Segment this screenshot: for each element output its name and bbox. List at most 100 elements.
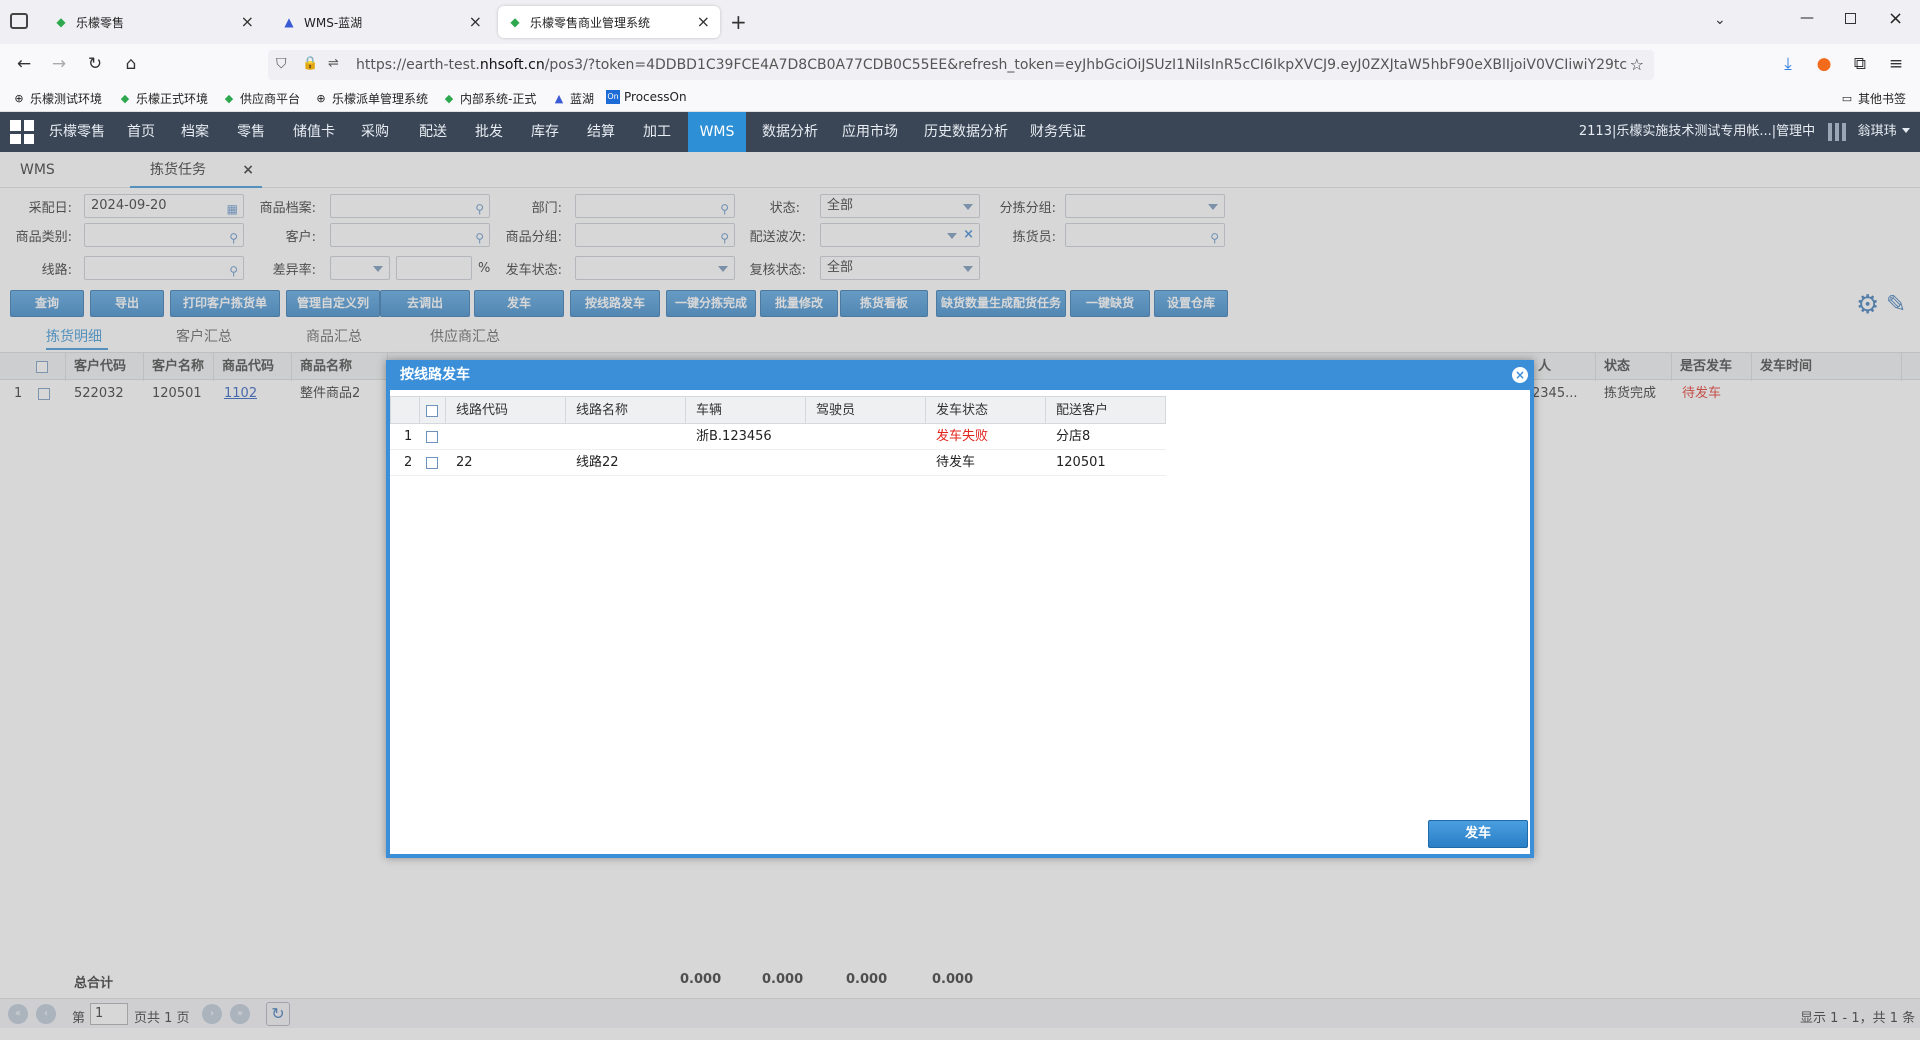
modal-cell-route-name bbox=[566, 424, 576, 450]
bookmark-item[interactable]: ▲ 蓝湖 bbox=[552, 90, 594, 107]
modal-cell-customer: 分店8 bbox=[1056, 429, 1091, 444]
modal-index-header bbox=[390, 396, 420, 424]
modal-column-route-name[interactable]: 线路名称 bbox=[566, 396, 686, 424]
menu-item-data-analysis[interactable]: 数据分析 bbox=[756, 112, 824, 152]
dialog-title: 按线路发车 × bbox=[386, 360, 1534, 390]
browser-tab-2[interactable]: ▲ WMS-蓝湖 × bbox=[272, 6, 492, 38]
modal-column-depart-status[interactable]: 发车状态 bbox=[926, 396, 1046, 424]
modal-select-all-cell bbox=[420, 396, 446, 424]
bookmark-item[interactable]: On ProcessOn bbox=[606, 90, 687, 104]
permissions-icon[interactable]: ⇌ bbox=[328, 56, 339, 71]
modal-cell-route-code: 22 bbox=[456, 455, 473, 470]
account-icon[interactable]: ● bbox=[1812, 52, 1836, 76]
menu-item-inventory[interactable]: 库存 bbox=[522, 112, 568, 152]
modal-row-index: 1 bbox=[404, 429, 413, 444]
folder-icon: ▭ bbox=[1841, 91, 1853, 105]
back-icon[interactable]: ← bbox=[12, 52, 36, 76]
home-icon[interactable]: ⌂ bbox=[119, 52, 143, 76]
modal-row-checkbox[interactable] bbox=[426, 430, 438, 443]
lanhu-favicon-icon: ▲ bbox=[554, 91, 564, 105]
user-name[interactable]: 翁琪玮 bbox=[1852, 112, 1902, 152]
menu-item-wholesale[interactable]: 批发 bbox=[466, 112, 512, 152]
minimize-icon[interactable]: — bbox=[1800, 10, 1814, 26]
app-grid-icon[interactable] bbox=[10, 120, 34, 144]
url-text: https://earth-test.nhsoft.cn/pos3/?token… bbox=[356, 57, 1628, 73]
chevron-down-icon[interactable] bbox=[1902, 128, 1910, 133]
menu-item-wms[interactable]: WMS bbox=[688, 112, 746, 152]
close-icon[interactable]: × bbox=[1512, 367, 1528, 383]
browser-tab-1[interactable]: ◆ 乐檬零售 × bbox=[44, 6, 264, 38]
globe-icon: ⊕ bbox=[316, 91, 326, 105]
menu-item-history[interactable]: 历史数据分析 bbox=[918, 112, 1014, 152]
modal-column-customer[interactable]: 配送客户 bbox=[1046, 396, 1166, 424]
modal-select-all-checkbox[interactable] bbox=[426, 404, 438, 417]
lemon-favicon-icon: ◆ bbox=[510, 15, 520, 29]
menu-item-processing[interactable]: 加工 bbox=[634, 112, 680, 152]
restore-icon[interactable] bbox=[1845, 13, 1856, 24]
tab-list-icon[interactable] bbox=[10, 13, 28, 29]
menu-item-purchase[interactable]: 采购 bbox=[352, 112, 398, 152]
lock-icon[interactable]: 🔒 bbox=[302, 56, 318, 71]
new-tab-icon[interactable]: + bbox=[730, 10, 747, 34]
bookmark-item[interactable]: ⊕ 乐檬派单管理系统 bbox=[314, 90, 428, 107]
modal-cell-driver bbox=[806, 424, 816, 450]
tab-overflow-icon[interactable]: ⌄ bbox=[1714, 12, 1726, 28]
bookmark-item[interactable]: ⊕ 乐檬测试环境 bbox=[12, 90, 102, 107]
close-tab-icon[interactable]: × bbox=[469, 12, 482, 31]
menu-item-stored-card[interactable]: 储值卡 bbox=[284, 112, 344, 152]
modal-cell-status: 待发车 bbox=[936, 455, 976, 470]
shield-icon[interactable]: ⛉ bbox=[276, 56, 287, 72]
modal-cell-vehicle: 浙B.123456 bbox=[696, 429, 772, 444]
extensions-icon[interactable]: ⧉ bbox=[1848, 52, 1872, 76]
modal-column-vehicle[interactable]: 车辆 bbox=[686, 396, 806, 424]
modal-row-index: 2 bbox=[404, 455, 413, 470]
lemon-favicon-icon: ◆ bbox=[56, 15, 66, 29]
menu-item-brand[interactable]: 乐檬零售 bbox=[40, 112, 114, 152]
browser-tab-bar: ◆ 乐檬零售 × ▲ WMS-蓝湖 × ◆ 乐檬零售商业管理系统 × + ⌄ —… bbox=[0, 0, 1920, 44]
menu-item-finance[interactable]: 财务凭证 bbox=[1024, 112, 1092, 152]
bookmark-star-icon[interactable]: ☆ bbox=[1630, 55, 1644, 74]
other-bookmarks[interactable]: ▭ 其他书签 bbox=[1840, 90, 1906, 107]
modal-table-row[interactable]: 2 22 线路22 待发车 120501 bbox=[390, 450, 1166, 476]
app-switch-icon[interactable] bbox=[1828, 123, 1846, 141]
lanhu-favicon-icon: ▲ bbox=[284, 15, 294, 29]
address-bar[interactable]: ⛉ 🔒 ⇌ https://earth-test.nhsoft.cn/pos3/… bbox=[268, 50, 1654, 80]
globe-icon: ⊕ bbox=[14, 91, 24, 105]
bookmark-item[interactable]: ◆ 乐檬正式环境 bbox=[118, 90, 208, 107]
browser-nav-bar: ← → ↻ ⌂ ⛉ 🔒 ⇌ https://earth-test.nhsoft.… bbox=[0, 44, 1920, 84]
modal-row-checkbox-cell bbox=[420, 424, 438, 450]
lemon-favicon-icon: ◆ bbox=[444, 91, 454, 105]
modal-cell-route-name: 线路22 bbox=[576, 455, 619, 470]
modal-column-driver[interactable]: 驾驶员 bbox=[806, 396, 926, 424]
app-menu-bar: 乐檬零售 首页 档案 零售 储值卡 采购 配送 批发 库存 结算 加工 WMS … bbox=[0, 112, 1920, 179]
menu-item-retail[interactable]: 零售 bbox=[228, 112, 274, 152]
modal-row-checkbox-cell bbox=[420, 450, 438, 476]
bookmark-item[interactable]: ◆ 内部系统-正式 bbox=[442, 90, 537, 107]
forward-icon[interactable]: → bbox=[47, 52, 71, 76]
bookmark-item[interactable]: ◆ 供应商平台 bbox=[222, 90, 300, 107]
close-window-icon[interactable]: × bbox=[1888, 8, 1903, 29]
menu-item-app-market[interactable]: 应用市场 bbox=[836, 112, 904, 152]
close-tab-icon[interactable]: × bbox=[697, 12, 710, 31]
modal-table-row[interactable]: 1 浙B.123456 发车失败 分店8 bbox=[390, 424, 1166, 450]
modal-row-checkbox[interactable] bbox=[426, 456, 438, 469]
close-tab-icon[interactable]: × bbox=[241, 12, 254, 31]
browser-tab-3[interactable]: ◆ 乐檬零售商业管理系统 × bbox=[498, 6, 720, 38]
modal-column-route-code[interactable]: 线路代码 bbox=[446, 396, 566, 424]
menu-item-delivery[interactable]: 配送 bbox=[410, 112, 456, 152]
lemon-favicon-icon: ◆ bbox=[224, 91, 234, 105]
menu-item-archive[interactable]: 档案 bbox=[172, 112, 218, 152]
menu-item-settlement[interactable]: 结算 bbox=[578, 112, 624, 152]
menu-item-home[interactable]: 首页 bbox=[118, 112, 164, 152]
modal-cell-customer: 120501 bbox=[1056, 455, 1106, 470]
menu-icon[interactable]: ≡ bbox=[1884, 52, 1908, 76]
user-info[interactable]: 2113|乐檬实施技术测试专用帐...|管理中心 bbox=[1574, 112, 1820, 179]
modal-cell-status: 发车失败 bbox=[936, 429, 989, 444]
modal-cell-driver bbox=[806, 450, 816, 476]
modal-cell-route-code bbox=[446, 424, 456, 450]
bookmarks-bar: ⊕ 乐檬测试环境 ◆ 乐檬正式环境 ◆ 供应商平台 ⊕ 乐檬派单管理系统 ◆ 内部系统-正… bbox=[0, 84, 1920, 112]
dispatch-button[interactable]: 发车 bbox=[1428, 820, 1528, 848]
downloads-icon[interactable]: ⤓ bbox=[1776, 52, 1800, 76]
reload-icon[interactable]: ↻ bbox=[83, 52, 107, 76]
processon-icon: On bbox=[606, 90, 620, 104]
